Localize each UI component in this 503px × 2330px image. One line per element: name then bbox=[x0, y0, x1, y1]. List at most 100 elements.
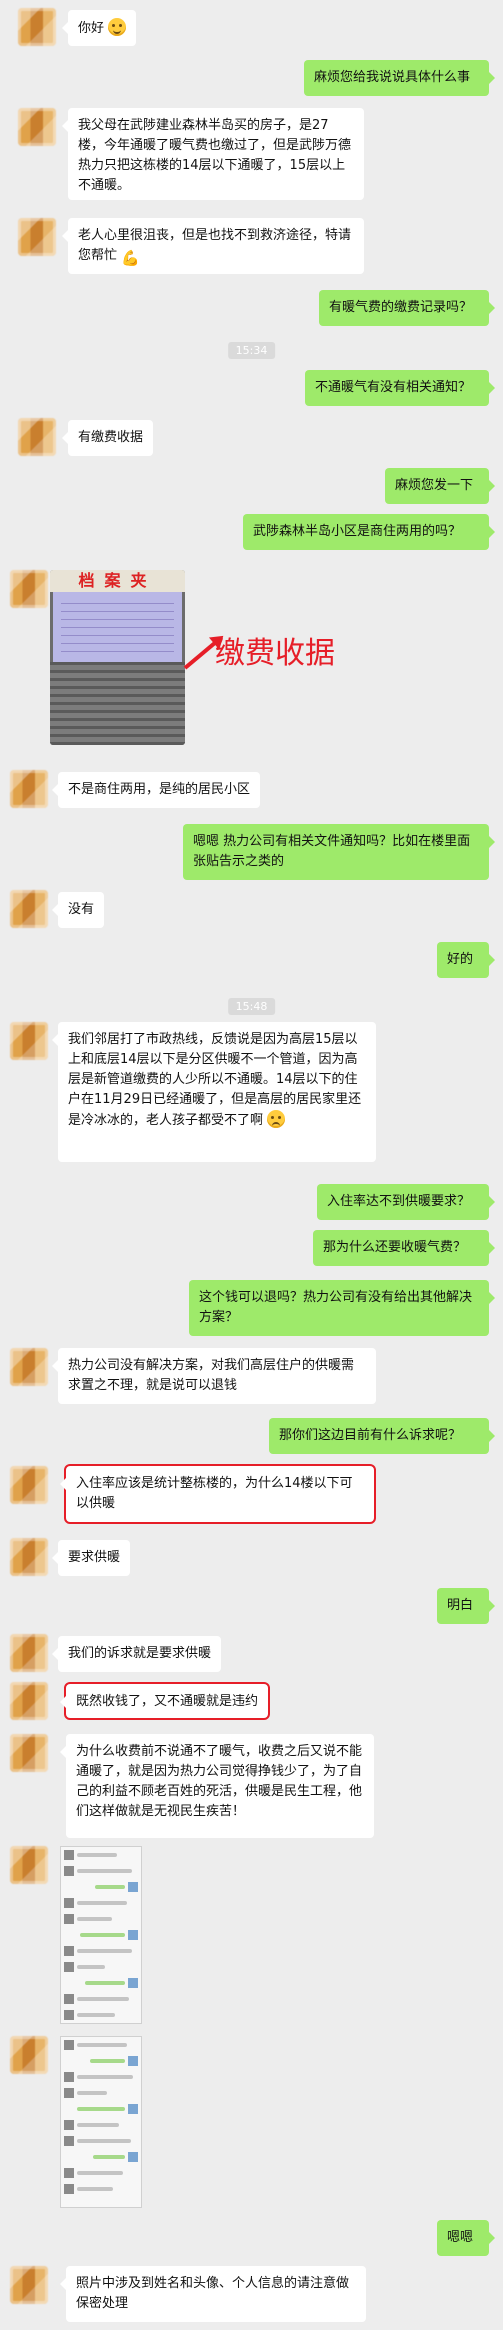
annotation-label: 缴费收据 bbox=[215, 636, 335, 671]
message-bubble-incoming: 照片中涉及到姓名和头像、个人信息的请注意做保密处理 bbox=[60, 2266, 366, 2322]
avatar[interactable] bbox=[18, 8, 56, 46]
screenshot-row bbox=[64, 2120, 138, 2133]
message-row: 入住率应该是统计整栋楼的，为什么14楼以下可以供暖 bbox=[0, 1464, 503, 1528]
message-row bbox=[0, 2036, 503, 2212]
avatar[interactable] bbox=[10, 570, 48, 608]
message-bubble-outgoing: 这个钱可以退吗？热力公司有没有给出其他解决方案？ bbox=[189, 1280, 495, 1336]
screenshot-row bbox=[64, 2088, 138, 2101]
message-bubble-outgoing: 入住率达不到供暖要求？ bbox=[317, 1184, 495, 1220]
message-text: 热力公司没有解决方案，对我们高层住户的供暖需求置之不理，就是说可以退钱 bbox=[68, 1358, 355, 1393]
frown-emoji-icon bbox=[267, 1110, 286, 1128]
photo-title: 档案夹 bbox=[50, 570, 185, 592]
avatar[interactable] bbox=[10, 1846, 48, 1884]
message-bubble-incoming: 为什么收费前不说通不了暖气，收费之后又说不能通暖了，就是因为热力公司觉得挣钱少了… bbox=[60, 1734, 374, 1838]
chat-screenshot-image[interactable] bbox=[60, 2036, 142, 2208]
message-text: 照片中涉及到姓名和头像、个人信息的请注意做保密处理 bbox=[76, 2276, 350, 2311]
message-row: 你好 bbox=[0, 8, 503, 48]
avatar[interactable] bbox=[10, 2266, 48, 2304]
message-text: 你好 bbox=[78, 21, 105, 36]
message-bubble-incoming: 你好 bbox=[61, 10, 137, 46]
message-text: 好的 bbox=[447, 952, 474, 967]
chat-screenshot-image[interactable] bbox=[60, 1846, 142, 2024]
screenshot-row bbox=[64, 2168, 138, 2181]
avatar[interactable] bbox=[10, 1682, 48, 1720]
message-row: 要求供暖 bbox=[0, 1538, 503, 1578]
message-text: 我父母在武陟建业森林半岛买的房子，是27楼，今年通暖了暖气费也缴过了，但是武陟万… bbox=[78, 118, 352, 193]
screenshot-row bbox=[64, 1946, 138, 1959]
screenshot-row bbox=[64, 2136, 138, 2149]
message-bubble-incoming: 要求供暖 bbox=[51, 1540, 131, 1576]
screenshot-row bbox=[64, 2184, 138, 2197]
message-bubble-outgoing: 好的 bbox=[437, 942, 495, 978]
message-row: 嗯嗯 bbox=[0, 2220, 503, 2256]
message-text: 不通暖气有没有相关通知？ bbox=[315, 380, 472, 395]
avatar[interactable] bbox=[10, 1348, 48, 1386]
message-row: 那为什么还要收暖气费？ bbox=[0, 1230, 503, 1266]
message-row: 这个钱可以退吗？热力公司有没有给出其他解决方案？ bbox=[0, 1280, 503, 1338]
message-bubble-outgoing: 嗯嗯 bbox=[437, 2220, 495, 2256]
message-row: 老人心里很沮丧，但是也找不到救济途径，特请您帮忙 💪 bbox=[0, 218, 503, 276]
avatar[interactable] bbox=[10, 890, 48, 928]
message-bubble-incoming: 有缴费收据 bbox=[61, 420, 154, 456]
annotation-arrow-icon bbox=[183, 640, 217, 670]
message-row: 热力公司没有解决方案，对我们高层住户的供暖需求置之不理，就是说可以退钱 bbox=[0, 1348, 503, 1408]
timestamp: 15:34 bbox=[227, 342, 276, 359]
message-bubble-incoming: 热力公司没有解决方案，对我们高层住户的供暖需求置之不理，就是说可以退钱 bbox=[52, 1348, 376, 1404]
screenshot-row bbox=[64, 1930, 138, 1943]
message-bubble-incoming: 没有 bbox=[51, 892, 105, 928]
message-text: 老人心里很沮丧，但是也找不到救济途径，特请您帮忙 bbox=[78, 228, 352, 263]
message-text: 没有 bbox=[68, 902, 95, 917]
message-row: 照片中涉及到姓名和头像、个人信息的请注意做保密处理 bbox=[0, 2266, 503, 2326]
avatar[interactable] bbox=[18, 108, 56, 146]
receipt-photo[interactable]: 档案夹 bbox=[50, 570, 185, 745]
message-text: 嗯嗯 bbox=[447, 2230, 474, 2245]
message-text: 我们的诉求就是要求供暖 bbox=[68, 1646, 212, 1661]
message-bubble-outgoing: 麻烦您给我说说具体什么事 bbox=[304, 60, 495, 96]
avatar[interactable] bbox=[10, 1538, 48, 1576]
message-row: 明白 bbox=[0, 1588, 503, 1624]
timestamp: 15:48 bbox=[227, 998, 276, 1015]
message-text: 麻烦您给我说说具体什么事 bbox=[314, 70, 471, 85]
receipt-paper bbox=[53, 592, 182, 662]
message-text: 既然收钱了，又不通暖就是违约 bbox=[76, 1694, 259, 1709]
screenshot-row bbox=[64, 2072, 138, 2085]
message-row: 没有 bbox=[0, 890, 503, 930]
screenshot-row bbox=[64, 1882, 138, 1895]
avatar[interactable] bbox=[10, 1466, 48, 1504]
screenshot-row bbox=[64, 2056, 138, 2069]
avatar[interactable] bbox=[10, 770, 48, 808]
message-text: 麻烦您发一下 bbox=[395, 478, 474, 493]
avatar[interactable] bbox=[10, 1634, 48, 1672]
message-text: 我们邻居打了市政热线，反馈说是因为高层15层以上和底层14层以下是分区供暖不一个… bbox=[68, 1032, 362, 1128]
message-bubble-outgoing: 那为什么还要收暖气费？ bbox=[313, 1230, 495, 1266]
screenshot-row bbox=[64, 1914, 138, 1927]
message-text: 明白 bbox=[447, 1598, 474, 1613]
message-bubble-outgoing: 有暖气费的缴费记录吗？ bbox=[319, 290, 495, 326]
avatar[interactable] bbox=[10, 2036, 48, 2074]
message-bubble-outgoing: 不通暖气有没有相关通知？ bbox=[305, 370, 495, 406]
message-row bbox=[0, 1846, 503, 2026]
avatar[interactable] bbox=[10, 1734, 48, 1772]
message-row: 那你们这边目前有什么诉求呢？ bbox=[0, 1418, 503, 1454]
message-bubble-incoming: 我们的诉求就是要求供暖 bbox=[51, 1636, 222, 1672]
message-row: 武陟森林半岛小区是商住两用的吗？ bbox=[0, 514, 503, 550]
message-row: 我们邻居打了市政热线，反馈说是因为高层15层以上和底层14层以下是分区供暖不一个… bbox=[0, 1022, 503, 1162]
avatar[interactable] bbox=[18, 418, 56, 456]
message-row: 为什么收费前不说通不了暖气，收费之后又说不能通暖了，就是因为热力公司觉得挣钱少了… bbox=[0, 1734, 503, 1844]
message-bubble-incoming: 不是商住两用，是纯的居民小区 bbox=[51, 772, 261, 808]
message-text: 入住率达不到供暖要求？ bbox=[327, 1194, 471, 1209]
message-bubble-highlighted: 既然收钱了，又不通暖就是违约 bbox=[59, 1682, 271, 1720]
avatar[interactable] bbox=[18, 218, 56, 256]
message-bubble-outgoing: 麻烦您发一下 bbox=[385, 468, 495, 504]
message-text: 那为什么还要收暖气费？ bbox=[323, 1240, 467, 1255]
strong-emoji-icon: 💪 bbox=[121, 249, 140, 267]
message-row: 好的 bbox=[0, 942, 503, 978]
message-row: 我父母在武陟建业森林半岛买的房子，是27楼，今年通暖了暖气费也缴过了，但是武陟万… bbox=[0, 108, 503, 204]
message-bubble-incoming: 我们邻居打了市政热线，反馈说是因为高层15层以上和底层14层以下是分区供暖不一个… bbox=[52, 1022, 376, 1162]
message-bubble-outgoing: 明白 bbox=[437, 1588, 495, 1624]
message-text: 入住率应该是统计整栋楼的，为什么14楼以下可以供暖 bbox=[76, 1476, 353, 1511]
screenshot-row bbox=[64, 1962, 138, 1975]
message-row: 有暖气费的缴费记录吗？ bbox=[0, 290, 503, 326]
avatar[interactable] bbox=[10, 1022, 48, 1060]
message-text: 要求供暖 bbox=[68, 1550, 121, 1565]
